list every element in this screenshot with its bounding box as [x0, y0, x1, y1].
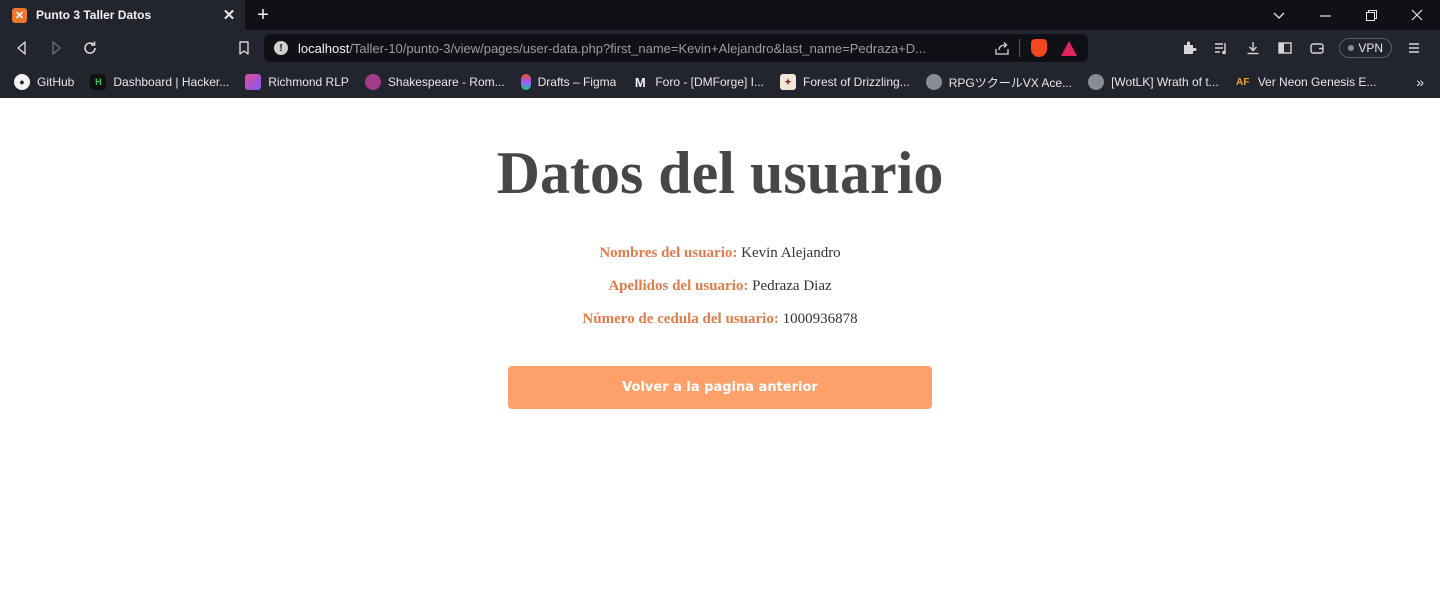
bookmark-forest[interactable]: ✦ Forest of Drizzling... — [780, 74, 910, 90]
github-icon: ● — [14, 74, 30, 90]
figma-icon — [520, 74, 531, 90]
site-info-icon[interactable]: ! — [274, 41, 288, 55]
wallet-icon[interactable] — [1301, 32, 1333, 64]
browser-toolbar: ! localhost/Taller-10/punto-3/view/pages… — [0, 30, 1440, 66]
bookmark-dmforge[interactable]: M Foro - [DMForge] I... — [632, 74, 764, 90]
id-number-value: 1000936878 — [782, 311, 858, 327]
forest-icon: ✦ — [780, 74, 796, 90]
address-bar[interactable]: ! localhost/Taller-10/punto-3/view/pages… — [264, 34, 1088, 62]
animeflv-icon: AF — [1236, 76, 1250, 88]
reload-icon[interactable] — [74, 32, 106, 64]
close-icon[interactable]: ✕ — [221, 7, 237, 24]
page-title: Datos del usuario — [496, 140, 944, 206]
active-tab[interactable]: ✕ Punto 3 Taller Datos ✕ — [0, 0, 245, 30]
first-name-row: Nombres del usuario: Kevin Alejandro — [0, 243, 1440, 263]
back-icon[interactable] — [6, 32, 38, 64]
first-name-value: Kevin Alejandro — [741, 245, 841, 261]
playlist-icon[interactable] — [1205, 32, 1237, 64]
last-name-value: Pedraza Diaz — [752, 278, 832, 294]
bookmarks-bar: ● GitHub H Dashboard | Hacker... Richmon… — [0, 66, 1440, 98]
tab-search-chevron-icon[interactable] — [1256, 0, 1302, 30]
restore-button[interactable] — [1348, 0, 1394, 30]
close-window-button[interactable] — [1394, 0, 1440, 30]
brave-rewards-icon[interactable] — [1058, 37, 1080, 59]
new-tab-button[interactable]: + — [245, 0, 281, 30]
more-bookmarks-icon[interactable]: » — [1416, 66, 1424, 98]
bookmark-wotlk[interactable]: [WotLK] Wrath of t... — [1088, 74, 1219, 90]
page-content: Datos del usuario Nombres del usuario: K… — [0, 98, 1440, 598]
richmond-icon — [245, 74, 262, 90]
first-name-label: Nombres del usuario: — [599, 245, 738, 261]
minimize-button[interactable] — [1302, 0, 1348, 30]
vpn-button[interactable]: VPN — [1339, 38, 1392, 58]
bookmark-icon[interactable] — [228, 32, 260, 64]
url-text[interactable]: localhost/Taller-10/punto-3/view/pages/u… — [298, 41, 983, 56]
dmforge-icon: M — [634, 74, 646, 90]
id-number-label: Número de cedula del usuario: — [582, 311, 779, 327]
last-name-row: Apellidos del usuario: Pedraza Diaz — [0, 276, 1440, 296]
vpn-status-dot — [1348, 45, 1355, 51]
bookmark-github[interactable]: ● GitHub — [14, 74, 74, 90]
bookmark-hackerrank[interactable]: H Dashboard | Hacker... — [90, 74, 229, 90]
globe-icon — [925, 74, 942, 90]
shakespeare-icon — [364, 74, 381, 90]
download-icon[interactable] — [1237, 32, 1269, 64]
bookmark-rpgmaker[interactable]: RPGツクールVX Ace... — [925, 74, 1072, 91]
forward-icon[interactable] — [40, 32, 72, 64]
sidebar-icon[interactable] — [1269, 32, 1301, 64]
bookmark-shakespeare[interactable]: Shakespeare - Rom... — [364, 74, 505, 90]
back-button[interactable]: Volver a la pagina anterior — [508, 366, 932, 409]
share-icon[interactable] — [991, 37, 1013, 59]
last-name-label: Apellidos del usuario: — [608, 278, 749, 294]
id-number-row: Número de cedula del usuario: 1000936878 — [0, 309, 1440, 329]
tab-title: Punto 3 Taller Datos — [36, 8, 152, 22]
title-bar: ✕ Punto 3 Taller Datos ✕ + — [0, 0, 1440, 30]
hackerrank-icon: H — [90, 74, 107, 90]
brave-shields-icon[interactable] — [1028, 37, 1050, 59]
bookmark-richmond[interactable]: Richmond RLP — [245, 74, 349, 90]
bookmark-animeflv[interactable]: AF Ver Neon Genesis E... — [1235, 74, 1376, 90]
extensions-icon[interactable] — [1173, 32, 1205, 64]
menu-icon[interactable] — [1398, 32, 1430, 64]
globe-icon — [1088, 74, 1105, 90]
bookmark-figma[interactable]: Drafts – Figma — [520, 74, 616, 90]
xampp-icon: ✕ — [12, 7, 27, 23]
